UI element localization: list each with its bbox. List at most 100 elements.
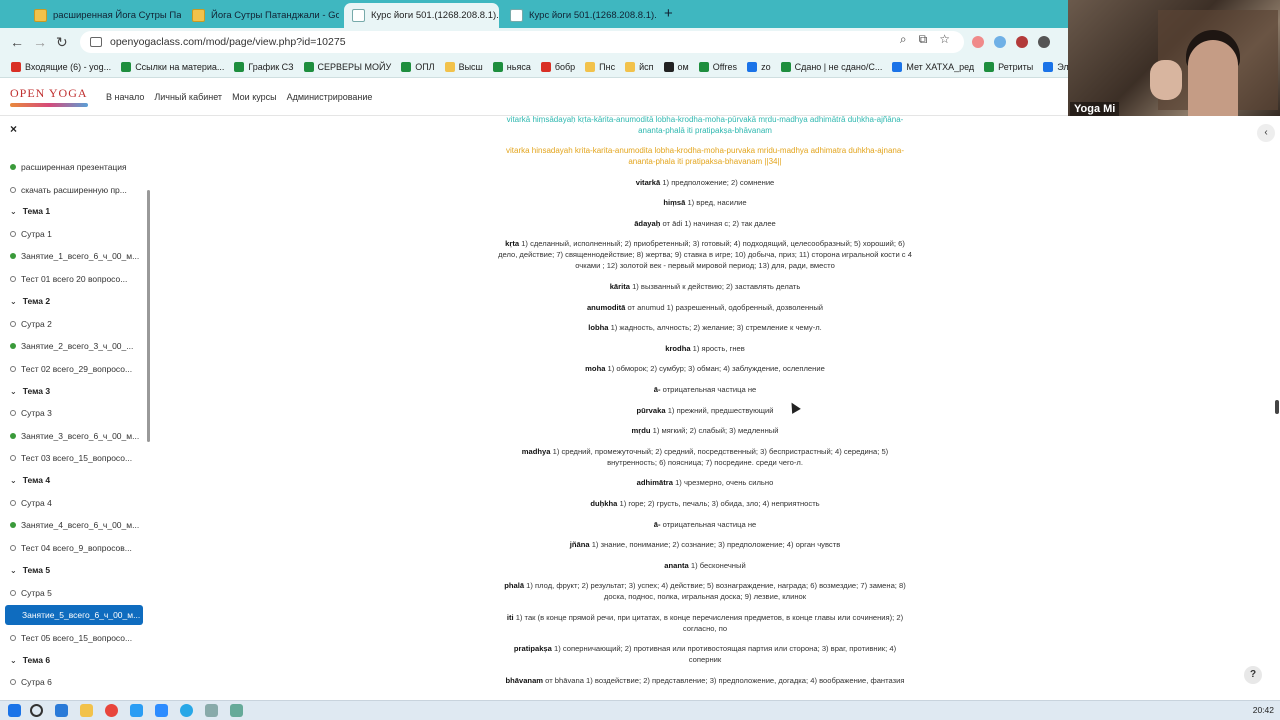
right-drawer-toggle[interactable]: ‹ xyxy=(1257,124,1275,142)
drawer-scrollbar[interactable] xyxy=(147,190,150,442)
course-section-toggle[interactable]: ⌄ Тема 4 xyxy=(10,473,50,487)
course-activity-link[interactable]: Занятие_2_всего_3_ч_00_... xyxy=(10,339,142,353)
tab-title: расширенная Йога Сутры Па xyxy=(53,10,181,21)
bookmark-item[interactable]: бобр xyxy=(536,61,580,72)
new-tab-icon[interactable]: + xyxy=(664,5,673,22)
bookmark-item[interactable]: Высш xyxy=(440,61,488,72)
course-activity-link[interactable]: Занятие_3_всего_6_ч_00_м... xyxy=(10,429,142,443)
course-activity-link[interactable]: Тест 04 всего_9_вопросов... xyxy=(10,541,142,555)
page-scrollbar[interactable] xyxy=(1275,400,1279,414)
activity-label: Сутра 2 xyxy=(21,319,52,329)
glossary-definition: 1) бесконечный xyxy=(688,560,746,570)
browser-tab[interactable]: Курс йоги 501.(1268.208.8.1).× xyxy=(502,3,657,28)
bookmark-item[interactable]: Offres xyxy=(694,61,742,72)
bookmark-item[interactable]: zo xyxy=(742,61,776,72)
zoom-icon[interactable]: ⌕ xyxy=(900,32,907,47)
course-activity-link[interactable]: Сутра 4 xyxy=(10,496,142,510)
bookmark-item[interactable]: ньяса xyxy=(488,61,536,72)
course-activity-link[interactable]: Тест 01 всего 20 вопросо... xyxy=(10,272,142,286)
extension-icon[interactable] xyxy=(1016,36,1028,48)
skype-icon[interactable] xyxy=(130,704,143,717)
browser-tab[interactable]: Курс йоги 501.(1268.208.8.1).× xyxy=(344,3,499,28)
course-section-toggle[interactable]: ⌄ Тема 6 xyxy=(10,653,50,667)
course-activity-link[interactable]: Тест 03 всего_15_вопросо... xyxy=(10,451,142,465)
course-activity-link[interactable]: Занятие_5_всего_6_ч_00_м... xyxy=(5,605,143,625)
bookmark-item[interactable]: Входящие (6) - yog... xyxy=(6,61,116,72)
glossary-definition: 1) знание, понимание; 2) сознание; 3) пр… xyxy=(589,540,841,550)
app-icon[interactable] xyxy=(205,704,218,717)
webcam-overlay: Yoga Mi xyxy=(1068,0,1280,120)
bookmark-item[interactable]: График СЗ xyxy=(229,61,298,72)
browser-tab[interactable]: Йога Сутры Патанджали - Go× xyxy=(184,3,339,28)
course-activity-link[interactable]: Сутра 3 xyxy=(10,406,142,420)
course-activity-link[interactable]: Сутра 1 xyxy=(10,227,142,241)
bookmark-item[interactable]: Пнс xyxy=(580,61,620,72)
back-icon[interactable]: ← xyxy=(10,34,24,50)
course-activity-link[interactable]: расширенная презентация xyxy=(10,160,142,174)
bookmark-star-icon[interactable]: ☆ xyxy=(939,32,950,47)
completion-status-icon xyxy=(10,410,16,416)
site-logo[interactable]: OPEN YOGA xyxy=(10,83,88,111)
extensions-puzzle-icon[interactable] xyxy=(1038,36,1050,48)
logo-stripe xyxy=(10,103,88,107)
nav-my-courses-link[interactable]: Мои курсы xyxy=(232,92,277,102)
file-explorer-icon[interactable] xyxy=(80,704,93,717)
reload-icon[interactable]: ↻ xyxy=(56,34,68,50)
activity-label: Занятие_1_всего_6_ч_00_м... xyxy=(21,251,140,261)
search-icon[interactable] xyxy=(30,704,43,717)
nav-home-link[interactable]: В начало xyxy=(106,92,144,102)
course-activity-link[interactable]: скачать расширенную пр... xyxy=(10,183,142,197)
glossary-term: madhya xyxy=(521,446,551,456)
cast-icon[interactable]: ⧉ xyxy=(919,32,928,47)
zoom-app-icon[interactable] xyxy=(155,704,168,717)
telegram-icon[interactable] xyxy=(180,704,193,717)
bookmark-item[interactable]: Ссылки на материа... xyxy=(116,61,229,72)
bookmark-item[interactable]: Эльба xyxy=(1038,61,1068,72)
chrome-icon[interactable] xyxy=(105,704,118,717)
bookmark-item[interactable]: Ретриты xyxy=(979,61,1038,72)
close-drawer-icon[interactable]: × xyxy=(10,122,17,136)
course-activity-link[interactable]: Тест 02 всего_29_вопросо... xyxy=(10,362,142,376)
glossary-entry: pūrvaka 1) прежний, предшествующий xyxy=(498,405,912,416)
bookmark-item[interactable]: ом xyxy=(659,61,694,72)
glossary-definition: 1) вред, насилие xyxy=(685,198,747,208)
help-button[interactable]: ? xyxy=(1244,666,1262,684)
bookmark-item[interactable]: йсп xyxy=(620,61,658,72)
bookmark-item[interactable]: СЕРВЕРЫ МОЙУ xyxy=(299,61,397,72)
extension-icon[interactable] xyxy=(972,36,984,48)
course-activity-link[interactable]: Тест 05 всего_15_вопросо... xyxy=(10,631,142,645)
course-activity-link[interactable]: Сутра 6 xyxy=(10,675,142,689)
bookmark-item[interactable]: Мет ХАТХА_ред xyxy=(887,61,979,72)
activity-label: Тест 02 всего_29_вопросо... xyxy=(21,364,133,374)
site-info-icon[interactable] xyxy=(90,37,102,47)
course-activity-link[interactable]: Занятие_4_всего_6_ч_00_м... xyxy=(10,518,142,532)
bookmark-item[interactable]: ОПЛ xyxy=(396,61,439,72)
course-section-toggle[interactable]: ⌄ Тема 2 xyxy=(10,294,50,308)
bookmark-favicon-icon xyxy=(540,61,551,72)
course-activity-link[interactable]: Занятие_1_всего_6_ч_00_м... xyxy=(10,249,142,263)
windows-start-icon[interactable] xyxy=(8,704,21,717)
course-section-toggle[interactable]: ⌄ Тема 1 xyxy=(10,204,50,218)
address-bar[interactable]: openyogaclass.com/mod/page/view.php?id=1… xyxy=(80,31,964,53)
course-activity-link[interactable]: Сутра 2 xyxy=(10,317,142,331)
bookmark-item[interactable]: Сдано | не сдано/С... xyxy=(776,61,888,72)
chevron-down-icon: ⌄ xyxy=(10,296,17,306)
nav-admin-link[interactable]: Администрирование xyxy=(287,92,373,102)
bookmark-label: Входящие (6) - yog... xyxy=(25,61,112,72)
nav-profile-link[interactable]: Личный кабинет xyxy=(154,92,222,102)
webcam-name-label: Yoga Mi xyxy=(1070,102,1120,116)
activity-label: Сутра 5 xyxy=(21,588,52,598)
browser-toolbar: ← → ↻ openyogaclass.com/mod/page/view.ph… xyxy=(0,28,1068,56)
app-icon[interactable] xyxy=(230,704,243,717)
extension-icon[interactable] xyxy=(994,36,1006,48)
bookmark-label: ом xyxy=(677,61,689,72)
edge-icon[interactable] xyxy=(55,704,68,717)
course-section-toggle[interactable]: ⌄ Тема 3 xyxy=(10,384,50,398)
course-section-toggle[interactable]: ⌄ Тема 5 xyxy=(10,563,50,577)
glossary-definition: отрицательная частица не xyxy=(660,519,757,529)
forward-icon[interactable]: → xyxy=(33,34,47,50)
tab-title: Курс йоги 501.(1268.208.8.1). xyxy=(371,10,499,21)
bookmark-label: Ссылки на материа... xyxy=(135,61,225,72)
browser-tab[interactable]: расширенная Йога Сутры Па× xyxy=(26,3,181,28)
course-activity-link[interactable]: Сутра 5 xyxy=(10,586,142,600)
